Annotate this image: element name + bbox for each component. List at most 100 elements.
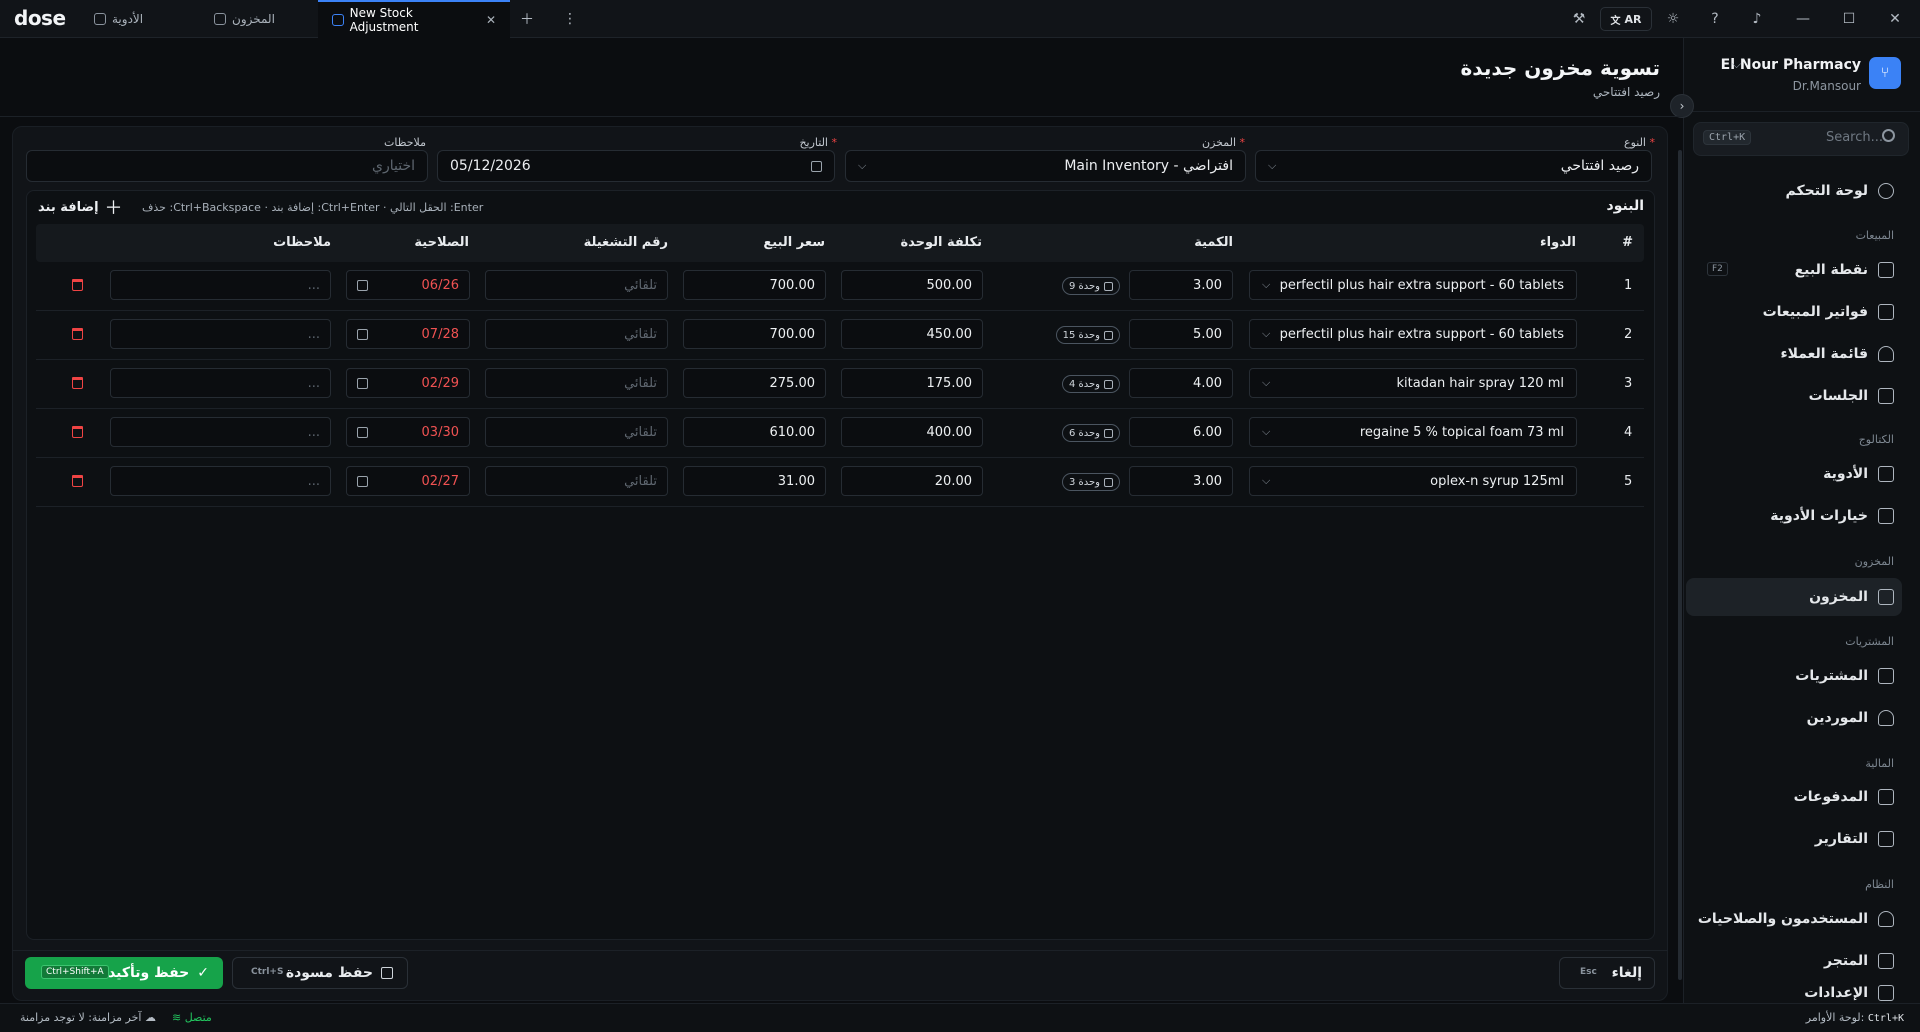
- sidebar-item-dashboard[interactable]: لوحة التحكم: [1686, 173, 1902, 209]
- batch-input[interactable]: تلقائي: [485, 368, 668, 398]
- calendar-icon[interactable]: [357, 377, 368, 389]
- close-window-button[interactable]: ✕: [1872, 0, 1918, 38]
- help-button[interactable]: ?: [1692, 0, 1738, 38]
- sale-price-input[interactable]: 275.00: [683, 368, 826, 398]
- type-select[interactable]: ⌵ رصيد افتتاحي: [1255, 150, 1652, 182]
- calendar-icon[interactable]: [357, 475, 368, 487]
- unit-cost-input[interactable]: 450.00: [841, 319, 983, 349]
- drug-select[interactable]: ⌵ oplex-n syrup 125ml: [1249, 466, 1577, 496]
- col-qty: الكمية: [1194, 235, 1233, 250]
- qty-input[interactable]: 5.00: [1129, 319, 1233, 349]
- qty-input[interactable]: 4.00: [1129, 368, 1233, 398]
- sidebar-item-payments[interactable]: المدفوعات: [1686, 779, 1902, 815]
- maximize-button[interactable]: ☐: [1826, 0, 1872, 38]
- notes-input[interactable]: اختياري: [26, 150, 428, 182]
- drug-select[interactable]: ⌵ regaine 5 % topical foam 73 ml: [1249, 417, 1577, 447]
- trash-icon[interactable]: [72, 328, 83, 340]
- chevron-down-icon[interactable]: ⌵: [1732, 57, 1741, 72]
- trash-icon[interactable]: [72, 279, 83, 291]
- row-notes-input[interactable]: ...: [110, 319, 331, 349]
- minimize-button[interactable]: —: [1780, 0, 1826, 38]
- batch-input[interactable]: تلقائي: [485, 417, 668, 447]
- sidebar-item-users-permissions[interactable]: المستخدمون والصلاحيات: [1686, 901, 1902, 937]
- date-input[interactable]: 05/12/2026: [437, 150, 835, 182]
- expiry-input[interactable]: 06/26: [346, 270, 470, 300]
- qty-input[interactable]: 6.00: [1129, 417, 1233, 447]
- sidebar-item-purchases[interactable]: المشتريات: [1686, 658, 1902, 694]
- drug-select[interactable]: ⌵ perfectil plus hair extra support - 60…: [1249, 319, 1577, 349]
- app-logo: dose: [14, 6, 66, 30]
- sidebar-item-reports[interactable]: التقارير: [1686, 821, 1902, 857]
- row-number: 3: [1624, 376, 1633, 391]
- sidebar-item-store[interactable]: المتجر: [1686, 943, 1902, 979]
- sidebar-item-label: المتجر: [1824, 953, 1868, 969]
- qty-input[interactable]: 3.00: [1129, 270, 1233, 300]
- drug-name: oplex-n syrup 125ml: [1430, 473, 1564, 489]
- theme-button[interactable]: ☼: [1650, 0, 1696, 38]
- new-tab-button[interactable]: ＋: [504, 0, 550, 38]
- batch-input[interactable]: تلقائي: [485, 270, 668, 300]
- sidebar-item-suppliers[interactable]: الموردين: [1686, 700, 1902, 736]
- date-value: 05/12/2026: [450, 158, 531, 174]
- notifications-button[interactable]: ♪: [1734, 0, 1780, 38]
- language-label: AR: [1624, 12, 1642, 26]
- row-notes-input[interactable]: ...: [110, 417, 331, 447]
- expiry-value: 03/30: [421, 424, 459, 440]
- trash-icon[interactable]: [72, 377, 83, 389]
- sidebar-item-sessions[interactable]: الجلسات: [1686, 378, 1902, 414]
- unit-cost-input[interactable]: 400.00: [841, 417, 983, 447]
- command-palette-hint[interactable]: لوحة الأوامر: Ctrl+K: [1806, 1011, 1908, 1024]
- inventory-icon: [1878, 589, 1894, 605]
- unit-cost-input[interactable]: 500.00: [841, 270, 983, 300]
- language-button[interactable]: 文 AR: [1600, 7, 1652, 31]
- sidebar-item-customers[interactable]: قائمة العملاء: [1686, 336, 1902, 372]
- close-tab-icon[interactable]: ✕: [486, 13, 496, 27]
- trash-icon[interactable]: [72, 426, 83, 438]
- expiry-input[interactable]: 07/28: [346, 319, 470, 349]
- scrollbar[interactable]: [1678, 150, 1682, 980]
- tools-button[interactable]: ⚒: [1556, 0, 1602, 38]
- sidebar-item-settings[interactable]: الإعدادات: [1686, 985, 1902, 1003]
- tab-new-stock-adjustment[interactable]: New Stock Adjustment ✕: [318, 0, 510, 38]
- qty-value: 3.00: [1193, 473, 1222, 489]
- drug-select[interactable]: ⌵ kitadan hair spray 120 ml: [1249, 368, 1577, 398]
- sale-price-input[interactable]: 610.00: [683, 417, 826, 447]
- tab-medicines[interactable]: الأدوية: [80, 0, 157, 38]
- sidebar-item-medicines[interactable]: الأدوية: [1686, 456, 1902, 492]
- calendar-icon[interactable]: [811, 160, 822, 172]
- calendar-icon[interactable]: [357, 426, 368, 438]
- expiry-input[interactable]: 02/27: [346, 466, 470, 496]
- expiry-input[interactable]: 03/30: [346, 417, 470, 447]
- save-draft-button[interactable]: Ctrl+S حفظ مسودة: [232, 957, 408, 989]
- unit-cost-input[interactable]: 175.00: [841, 368, 983, 398]
- sidebar-item-inventory[interactable]: المخزون: [1686, 578, 1902, 616]
- cloud-icon: ☁: [144, 1011, 156, 1024]
- row-notes-input[interactable]: ...: [110, 368, 331, 398]
- batch-input[interactable]: تلقائي: [485, 466, 668, 496]
- box-icon: [1104, 379, 1113, 389]
- qty-input[interactable]: 3.00: [1129, 466, 1233, 496]
- cart-icon: [1878, 262, 1894, 278]
- add-item-button[interactable]: إضافة بند ＋: [38, 196, 123, 219]
- save-confirm-button[interactable]: Ctrl+Shift+A حفظ وتأكيد ✓: [25, 957, 223, 989]
- trash-icon[interactable]: [72, 475, 83, 487]
- drug-select[interactable]: ⌵ perfectil plus hair extra support - 60…: [1249, 270, 1577, 300]
- expiry-input[interactable]: 02/29: [346, 368, 470, 398]
- sidebar-item-medicine-options[interactable]: خيارات الأدوية: [1686, 498, 1902, 534]
- row-notes-input[interactable]: ...: [110, 270, 331, 300]
- row-notes-input[interactable]: ...: [110, 466, 331, 496]
- sale-price-input[interactable]: 700.00: [683, 270, 826, 300]
- calendar-icon[interactable]: [357, 279, 368, 291]
- cancel-shortcut: Esc: [1580, 967, 1597, 977]
- cancel-button[interactable]: Esc إلغاء: [1559, 957, 1655, 989]
- calendar-icon[interactable]: [357, 328, 368, 340]
- tab-inventory[interactable]: المخزون: [200, 0, 289, 38]
- pos-shortcut: F2: [1707, 262, 1728, 276]
- unit-cost-input[interactable]: 20.00: [841, 466, 983, 496]
- batch-input[interactable]: تلقائي: [485, 319, 668, 349]
- tab-menu-button[interactable]: ⋮: [547, 0, 593, 38]
- sale-price-input[interactable]: 700.00: [683, 319, 826, 349]
- sidebar-item-sales-invoices[interactable]: فواتير المبيعات: [1686, 294, 1902, 330]
- sale-price-input[interactable]: 31.00: [683, 466, 826, 496]
- warehouse-select[interactable]: ⌵ Main Inventory - افتراضي: [845, 150, 1246, 182]
